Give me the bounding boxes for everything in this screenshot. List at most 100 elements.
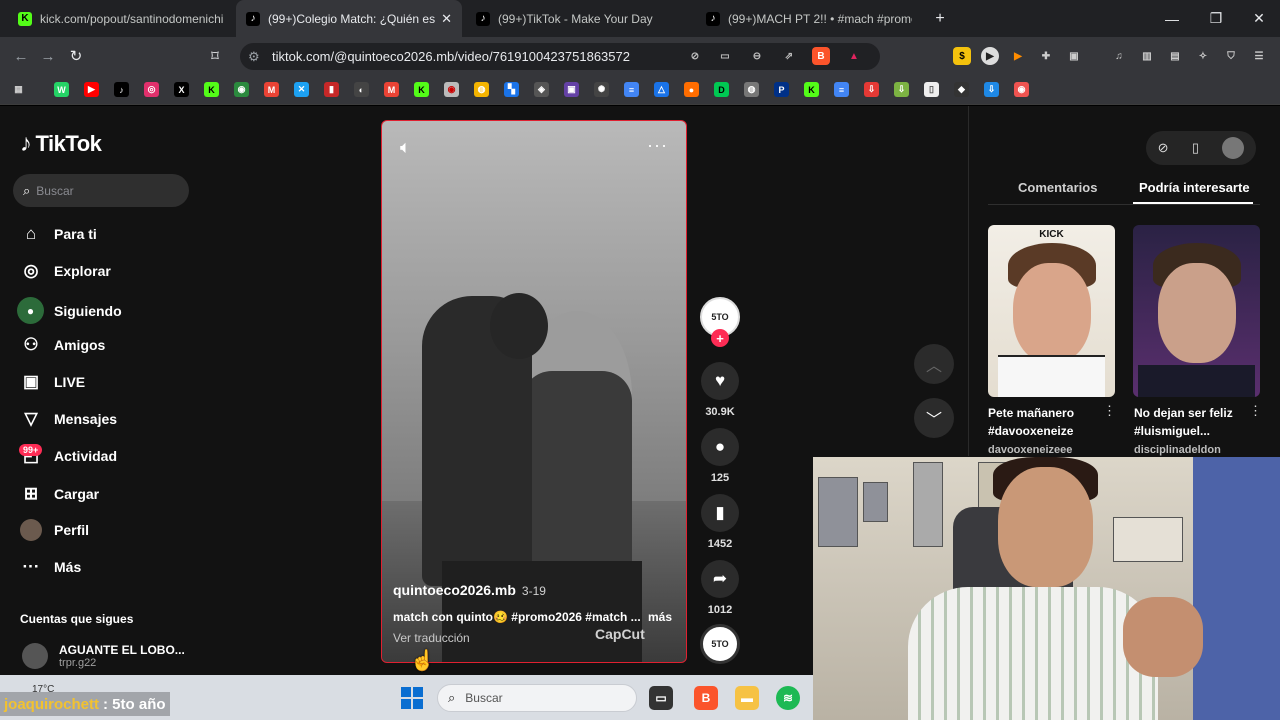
like-action[interactable]: ♥ 30.9K (700, 362, 740, 418)
bookmark-blue-icon[interactable]: ✕ (294, 82, 309, 97)
task-view-icon[interactable]: ▭ (649, 686, 673, 710)
site-info-icon[interactable]: ⚙ (248, 49, 260, 65)
brave-shield-icon[interactable]: B (812, 47, 830, 65)
chatgpt-icon[interactable]: ✺ (594, 82, 609, 97)
close-tab-icon[interactable]: ✕ (435, 11, 452, 27)
nav-mensajes[interactable]: ▽ Mensajes (20, 408, 117, 430)
file-icon[interactable]: ▯ (924, 82, 939, 97)
browser-tab-tiktok[interactable]: ♪ (99+)TikTok - Make Your Day (466, 0, 692, 37)
spotify-icon[interactable]: ≋ (776, 686, 800, 710)
recommendation-title[interactable]: Pete mañanero #davooxeneize (988, 404, 1103, 440)
caption-more-link[interactable]: más (648, 610, 672, 624)
play-extension-icon[interactable]: ▶ (981, 47, 999, 65)
tab-podria-interesarte[interactable]: Podría interesarte (1139, 180, 1250, 195)
minimize-button[interactable]: — (1150, 0, 1194, 37)
share-action[interactable]: ➦ 1012 (700, 560, 740, 616)
volume-icon[interactable]: 🔈︎ (400, 137, 411, 158)
music-disc[interactable]: 5TO (700, 624, 740, 664)
followed-account[interactable]: AGUANTE EL LOBO... trpr.g22 (22, 643, 185, 669)
vpn-icon[interactable]: ⛉ (1222, 47, 1240, 65)
video-author[interactable]: quintoeco2026.mb 3-19 (393, 582, 546, 598)
recommendation-more-icon[interactable]: ⋮ (1249, 403, 1262, 419)
save-action[interactable]: ▮ 1452 (700, 494, 740, 550)
instagram-icon[interactable]: ◎ (144, 82, 159, 97)
nav-amigos[interactable]: ⚇ Amigos (20, 334, 105, 356)
translate-icon[interactable]: ⊘ (686, 47, 704, 65)
previous-video-button[interactable]: ︿ (914, 344, 954, 384)
docs-2-icon[interactable]: ≡ (834, 82, 849, 97)
nav-para-ti[interactable]: ⌂ Para ti (20, 223, 97, 245)
nav-perfil[interactable]: Perfil (20, 519, 89, 541)
recommendation-title[interactable]: No dejan ser feliz #luismiguel... (1134, 404, 1249, 440)
phone-icon[interactable]: ▯ (1192, 140, 1199, 156)
kick-3-icon[interactable]: K (804, 82, 819, 97)
start-button[interactable] (401, 687, 423, 709)
chrome-web-icon[interactable]: ◉ (234, 82, 249, 97)
stats-icon[interactable]: ▮ (324, 82, 339, 97)
download-green-icon[interactable]: ⇩ (894, 82, 909, 97)
maximize-button[interactable]: ❐ (1194, 0, 1238, 37)
nav-cargar[interactable]: ⊞ Cargar (20, 483, 99, 505)
bookmark-dark-icon[interactable]: ◐ (354, 82, 369, 97)
puzzle-bookmark-icon[interactable]: ◆ (954, 82, 969, 97)
search-input[interactable]: ⌕ Buscar (13, 174, 189, 207)
taskbar-search[interactable]: ⌕ Buscar (437, 684, 637, 712)
nav-explorar[interactable]: ◎ Explorar (20, 260, 111, 282)
bookmark-gray-icon[interactable]: ◈ (534, 82, 549, 97)
bookmark-orange-icon[interactable]: ● (684, 82, 699, 97)
nav-siguiendo[interactable]: ● Siguiendo (17, 297, 122, 324)
kick-bookmark-icon[interactable]: K (204, 82, 219, 97)
tab-comentarios[interactable]: Comentarios (1018, 180, 1097, 195)
reload-icon[interactable]: ↻ (66, 46, 86, 66)
bookmark-red-icon[interactable]: ◉ (444, 82, 459, 97)
recommendation-user[interactable]: disciplinadeldon (1134, 444, 1221, 456)
forward-icon[interactable]: → (38, 46, 58, 66)
back-icon[interactable]: ← (11, 46, 31, 66)
apps-grid-icon[interactable]: ▦ (11, 82, 26, 97)
share-icon[interactable]: ⇗ (780, 47, 798, 65)
video-options-icon[interactable]: ··· (647, 135, 668, 156)
new-tab-button[interactable]: + (920, 0, 960, 37)
browser-tab-mach[interactable]: ♪ (99+)MACH PT 2!! • #mach #promo (696, 0, 922, 37)
bookmark-d-icon[interactable]: D (714, 82, 729, 97)
play-orange-icon[interactable]: ▶ (1009, 47, 1027, 65)
bookmark-blue-2-icon[interactable]: ▚ (504, 82, 519, 97)
sidebar-toggle-icon[interactable]: ▥ (1138, 47, 1156, 65)
comment-icon[interactable]: ● (701, 428, 739, 466)
recommendation-thumbnail[interactable] (1133, 225, 1260, 397)
recommendation-thumbnail[interactable]: KICK (988, 225, 1115, 397)
twitch-icon[interactable]: ▣ (564, 82, 579, 97)
translate-link[interactable]: Ver traducción (393, 631, 470, 645)
globe-icon[interactable]: ◍ (744, 82, 759, 97)
menu-icon[interactable]: ☰ (1250, 47, 1268, 65)
gmail-2-icon[interactable]: M (384, 82, 399, 97)
screenshot-icon[interactable]: ▣ (1065, 47, 1083, 65)
heart-icon[interactable]: ♥ (701, 362, 739, 400)
gmail-icon[interactable]: M (264, 82, 279, 97)
comment-action[interactable]: ● 125 (700, 428, 740, 484)
recommendation-user[interactable]: davooxeneizeee (988, 444, 1072, 456)
download-red-icon[interactable]: ⇩ (864, 82, 879, 97)
x-icon[interactable]: X (174, 82, 189, 97)
brave-rewards-icon[interactable]: ▲ (845, 47, 863, 65)
whatsapp-icon[interactable]: W (54, 82, 69, 97)
media-icon[interactable]: ♫ (1110, 47, 1128, 65)
paypal-icon[interactable]: P (774, 82, 789, 97)
close-window-button[interactable]: ✕ (1237, 0, 1280, 37)
browser-tab-kick[interactable]: K kick.com/popout/santinodomenichini/cha… (8, 0, 234, 37)
wallet-icon[interactable]: ▤ (1166, 47, 1184, 65)
docs-icon[interactable]: ≡ (624, 82, 639, 97)
youtube-icon[interactable]: ▶ (84, 82, 99, 97)
bookmark-save-icon[interactable]: ▮ (701, 494, 739, 532)
download-blue-icon[interactable]: ⇩ (984, 82, 999, 97)
share-arrow-icon[interactable]: ➦ (701, 560, 739, 598)
extension-icon[interactable]: $ (953, 47, 971, 65)
next-video-button[interactable]: ﹀ (914, 398, 954, 438)
recommendation-more-icon[interactable]: ⋮ (1103, 403, 1116, 419)
video-player[interactable]: 🔈︎ ··· quintoeco2026.mb 3-19 match con qu… (381, 120, 687, 663)
bookmark-yellow-icon[interactable]: ◍ (474, 82, 489, 97)
follow-plus-button[interactable]: + (711, 329, 729, 347)
tiktok-logo[interactable]: ♪ TikTok (20, 130, 102, 158)
leo-ai-icon[interactable]: ✧ (1194, 47, 1212, 65)
bookmark-search-icon[interactable]: ◉ (1014, 82, 1029, 97)
